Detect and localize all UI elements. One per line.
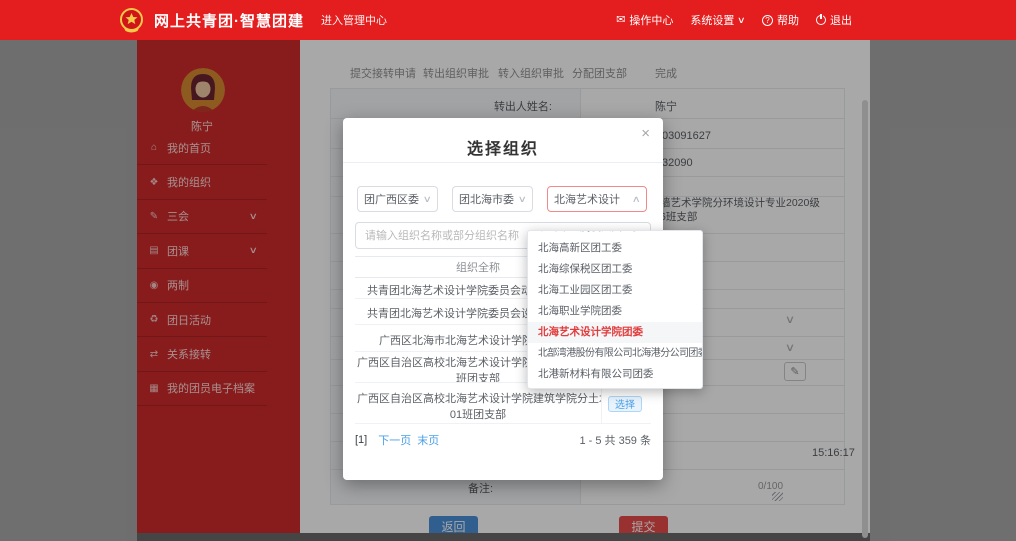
app-title: 网上共青团·智慧团建: [154, 10, 304, 31]
next-page-link[interactable]: 下一页: [378, 432, 411, 448]
pagination: [1] 下一页 末页 1 - 5 共 359 条: [355, 432, 651, 448]
modal-title: 选择组织: [343, 118, 663, 159]
chevron-down-icon: ∨: [518, 194, 527, 205]
dropdown-item-8[interactable]: 北港新材料有限公司团委: [528, 364, 702, 385]
top-menu: ✉ 操作中心 系统设置∨? 帮助 退出: [616, 0, 852, 40]
dropdown-item-7[interactable]: 北部湾港股份有限公司北海港分公司团委: [528, 343, 702, 364]
top-menu-item-4[interactable]: 退出: [816, 12, 852, 28]
chevron-down-icon: ∨: [737, 15, 746, 26]
dropdown-item-9[interactable]: 北海出口加工区团工委: [528, 385, 702, 389]
top-menu-label: 帮助: [777, 12, 799, 28]
org-level-select-1[interactable]: 团广西区委 ∨: [357, 186, 438, 212]
org-level-select-3[interactable]: 北海艺术设计 ∧: [547, 186, 647, 212]
chevron-down-icon: ∨: [423, 194, 432, 205]
top-menu-item-2[interactable]: 系统设置∨: [690, 12, 745, 28]
dropdown-item-6[interactable]: 北海艺术设计学院团委: [528, 322, 702, 343]
top-menu-label: 系统设置: [690, 12, 734, 28]
dropdown-item-3[interactable]: 北海综保税区团工委: [528, 259, 702, 280]
top-menu-item-1[interactable]: ✉ 操作中心: [616, 12, 673, 28]
close-icon[interactable]: ×: [641, 125, 650, 142]
chevron-up-icon: ∧: [632, 194, 641, 205]
power-icon: [816, 15, 826, 25]
org-name-line2: 01班团支部: [355, 406, 601, 422]
dropdown-item-1[interactable]: 北海市直属机关团工委: [528, 230, 702, 238]
dropdown-item-5[interactable]: 北海职业学院团委: [528, 301, 702, 322]
mail-icon: ✉: [616, 15, 625, 26]
select-org-button[interactable]: 选择: [608, 396, 642, 412]
league-emblem-logo: [118, 7, 145, 34]
select-value: 团广西区委: [364, 191, 419, 207]
top-menu-label: 退出: [830, 12, 852, 28]
org-level-select-2[interactable]: 团北海市委 ∨: [452, 186, 533, 212]
current-page: [1]: [355, 434, 367, 446]
enter-admin-center-link[interactable]: 进入管理中心: [321, 12, 387, 28]
org-dropdown-panel: 北海市直属机关团工委北海高新区团工委北海综保税区团工委北海工业园区团工委北海职业…: [527, 230, 703, 389]
select-value: 北海艺术设计: [554, 191, 620, 207]
modal-divider: [343, 162, 663, 163]
top-bar: 网上共青团·智慧团建 进入管理中心 ✉ 操作中心 系统设置∨? 帮助 退出: [0, 0, 1016, 40]
screen: 网上共青团·智慧团建 进入管理中心 ✉操作中心系统设置∨?帮助退出 陈宁 ⌂我的…: [0, 0, 1016, 541]
org-level-selects: 团广西区委 ∨ 团北海市委 ∨ 北海艺术设计 ∧: [357, 186, 647, 212]
last-page-link[interactable]: 末页: [417, 432, 439, 448]
dropdown-item-4[interactable]: 北海工业园区团工委: [528, 280, 702, 301]
top-menu-label: 操作中心: [629, 12, 673, 28]
pagination-summary: 1 - 5 共 359 条: [579, 432, 651, 448]
help-icon: ?: [762, 15, 773, 26]
top-menu-item-3[interactable]: ? 帮助: [762, 12, 799, 28]
org-table-row-5: 广西区自治区高校北海艺术设计学院建筑学院分土木工程专业2018级01班团支部选择: [355, 383, 651, 424]
select-value: 团北海市委: [459, 191, 514, 207]
dropdown-item-2[interactable]: 北海高新区团工委: [528, 238, 702, 259]
